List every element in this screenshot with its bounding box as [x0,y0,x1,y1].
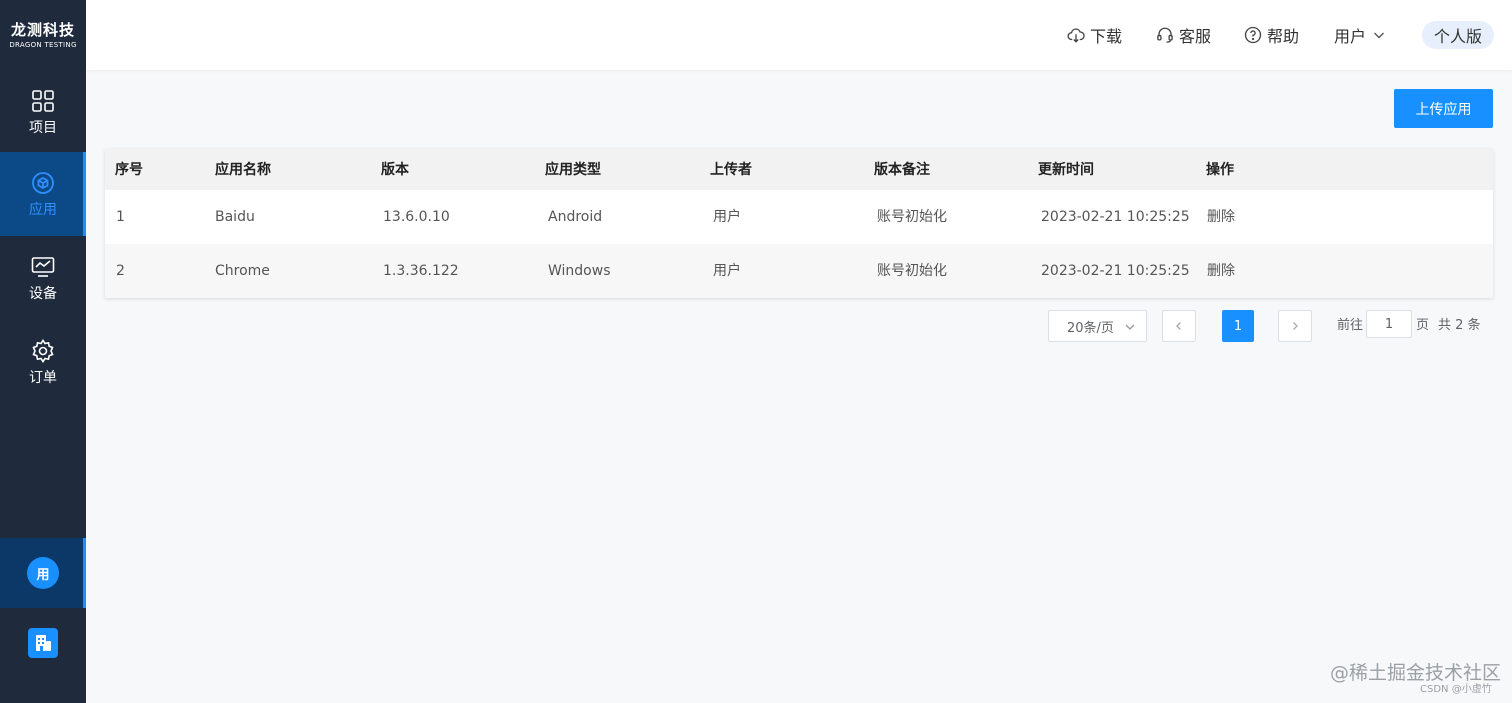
table-header: 序号 应用名称 版本 应用类型 上传者 版本备注 更新时间 操作 [105,149,1493,190]
cell-name: Baidu [215,209,255,225]
sidebar-item-label: 设备 [29,286,57,302]
sidebar-item-orders[interactable]: 订单 [0,320,86,404]
cell-index: 2 [116,263,125,279]
sidebar-item-label: 订单 [29,370,57,386]
sidebar-item-projects[interactable]: 项目 [0,70,86,154]
goto-page-input[interactable] [1366,310,1412,338]
cell-uploader: 用户 [713,209,741,225]
user-dropdown[interactable]: 用户 [1334,24,1386,46]
chevron-down-icon [1125,324,1135,330]
delete-link[interactable]: 删除 [1207,208,1235,226]
user-avatar-item[interactable]: 用 [0,538,86,608]
page-number-current[interactable]: 1 [1222,310,1254,342]
sidebar-item-label: 应用 [29,202,57,218]
next-page-button[interactable] [1278,310,1312,342]
table-row: 2 Chrome 1.3.36.122 Windows 用户 账号初始化 202… [105,244,1493,298]
logo-subtitle: DRAGON TESTING [9,40,77,49]
grid-icon [30,88,56,114]
sidebar-item-label: 项目 [29,120,57,136]
column-header: 序号 [115,162,143,178]
cell-index: 1 [116,209,125,225]
page-size-select[interactable]: 20条/页 [1048,310,1147,342]
logo-title: 龙测科技 [10,20,75,39]
organization-item[interactable] [0,608,86,678]
chevron-right-icon [1293,322,1298,330]
cell-name: Chrome [215,263,270,279]
chevron-left-icon [1176,322,1181,330]
cell-updated: 2023-02-21 10:25:25 [1041,209,1190,225]
cell-type: Windows [548,263,611,279]
user-label: 用户 [1334,27,1367,46]
column-header: 操作 [1206,162,1234,178]
page-size-value: 20条/页 [1067,320,1114,336]
download-link[interactable]: 下载 [1067,24,1122,46]
goto-prefix: 前往 [1337,318,1364,333]
column-header: 版本 [381,162,409,178]
cell-note: 账号初始化 [877,209,947,225]
chevron-down-icon [1374,32,1385,39]
help-link[interactable]: 帮助 [1244,24,1299,46]
building-icon [28,628,58,658]
sidebar-item-apps[interactable]: 应用 [0,152,86,236]
column-header: 上传者 [710,162,752,178]
column-header: 更新时间 [1038,162,1094,178]
upload-app-button[interactable]: 上传应用 [1394,89,1493,128]
cell-note: 账号初始化 [877,263,947,279]
question-circle-icon [1244,26,1262,44]
goto-suffix: 页 [1416,318,1430,333]
watermark: @稀土掘金技术社区 [1330,662,1502,684]
apps-table: 序号 应用名称 版本 应用类型 上传者 版本备注 更新时间 操作 1 Baidu… [105,149,1493,298]
service-label: 客服 [1179,27,1212,46]
delete-link[interactable]: 删除 [1207,262,1235,280]
total-count: 共 2 条 [1438,318,1481,333]
service-link[interactable]: 客服 [1156,24,1211,46]
watermark-credit: CSDN @小虚竹 [1420,684,1492,695]
sidebar: 龙测科技 DRAGON TESTING 项目 应用 设备 订单 用 [0,0,86,703]
cell-version: 13.6.0.10 [383,209,450,225]
table-row: 1 Baidu 13.6.0.10 Android 用户 账号初始化 2023-… [105,190,1493,244]
cell-type: Android [548,209,603,225]
edition-badge[interactable]: 个人版 [1422,21,1494,49]
top-header: 下载 客服 帮助 用户 个人版 [86,0,1512,70]
monitor-icon [30,254,56,280]
cell-version: 1.3.36.122 [383,263,459,279]
column-header: 应用类型 [545,162,601,178]
prev-page-button[interactable] [1162,310,1196,342]
sidebar-item-devices[interactable]: 设备 [0,236,86,320]
download-label: 下载 [1090,27,1123,46]
cube-icon [30,170,56,196]
column-header: 版本备注 [874,162,930,178]
help-label: 帮助 [1267,27,1300,46]
cloud-download-icon [1067,28,1085,43]
logo[interactable]: 龙测科技 DRAGON TESTING [0,0,86,70]
cell-updated: 2023-02-21 10:25:25 [1041,263,1190,279]
headset-icon [1157,27,1173,43]
gear-icon [30,338,56,364]
column-header: 应用名称 [215,162,271,178]
avatar: 用 [27,557,59,589]
cell-uploader: 用户 [713,263,741,279]
